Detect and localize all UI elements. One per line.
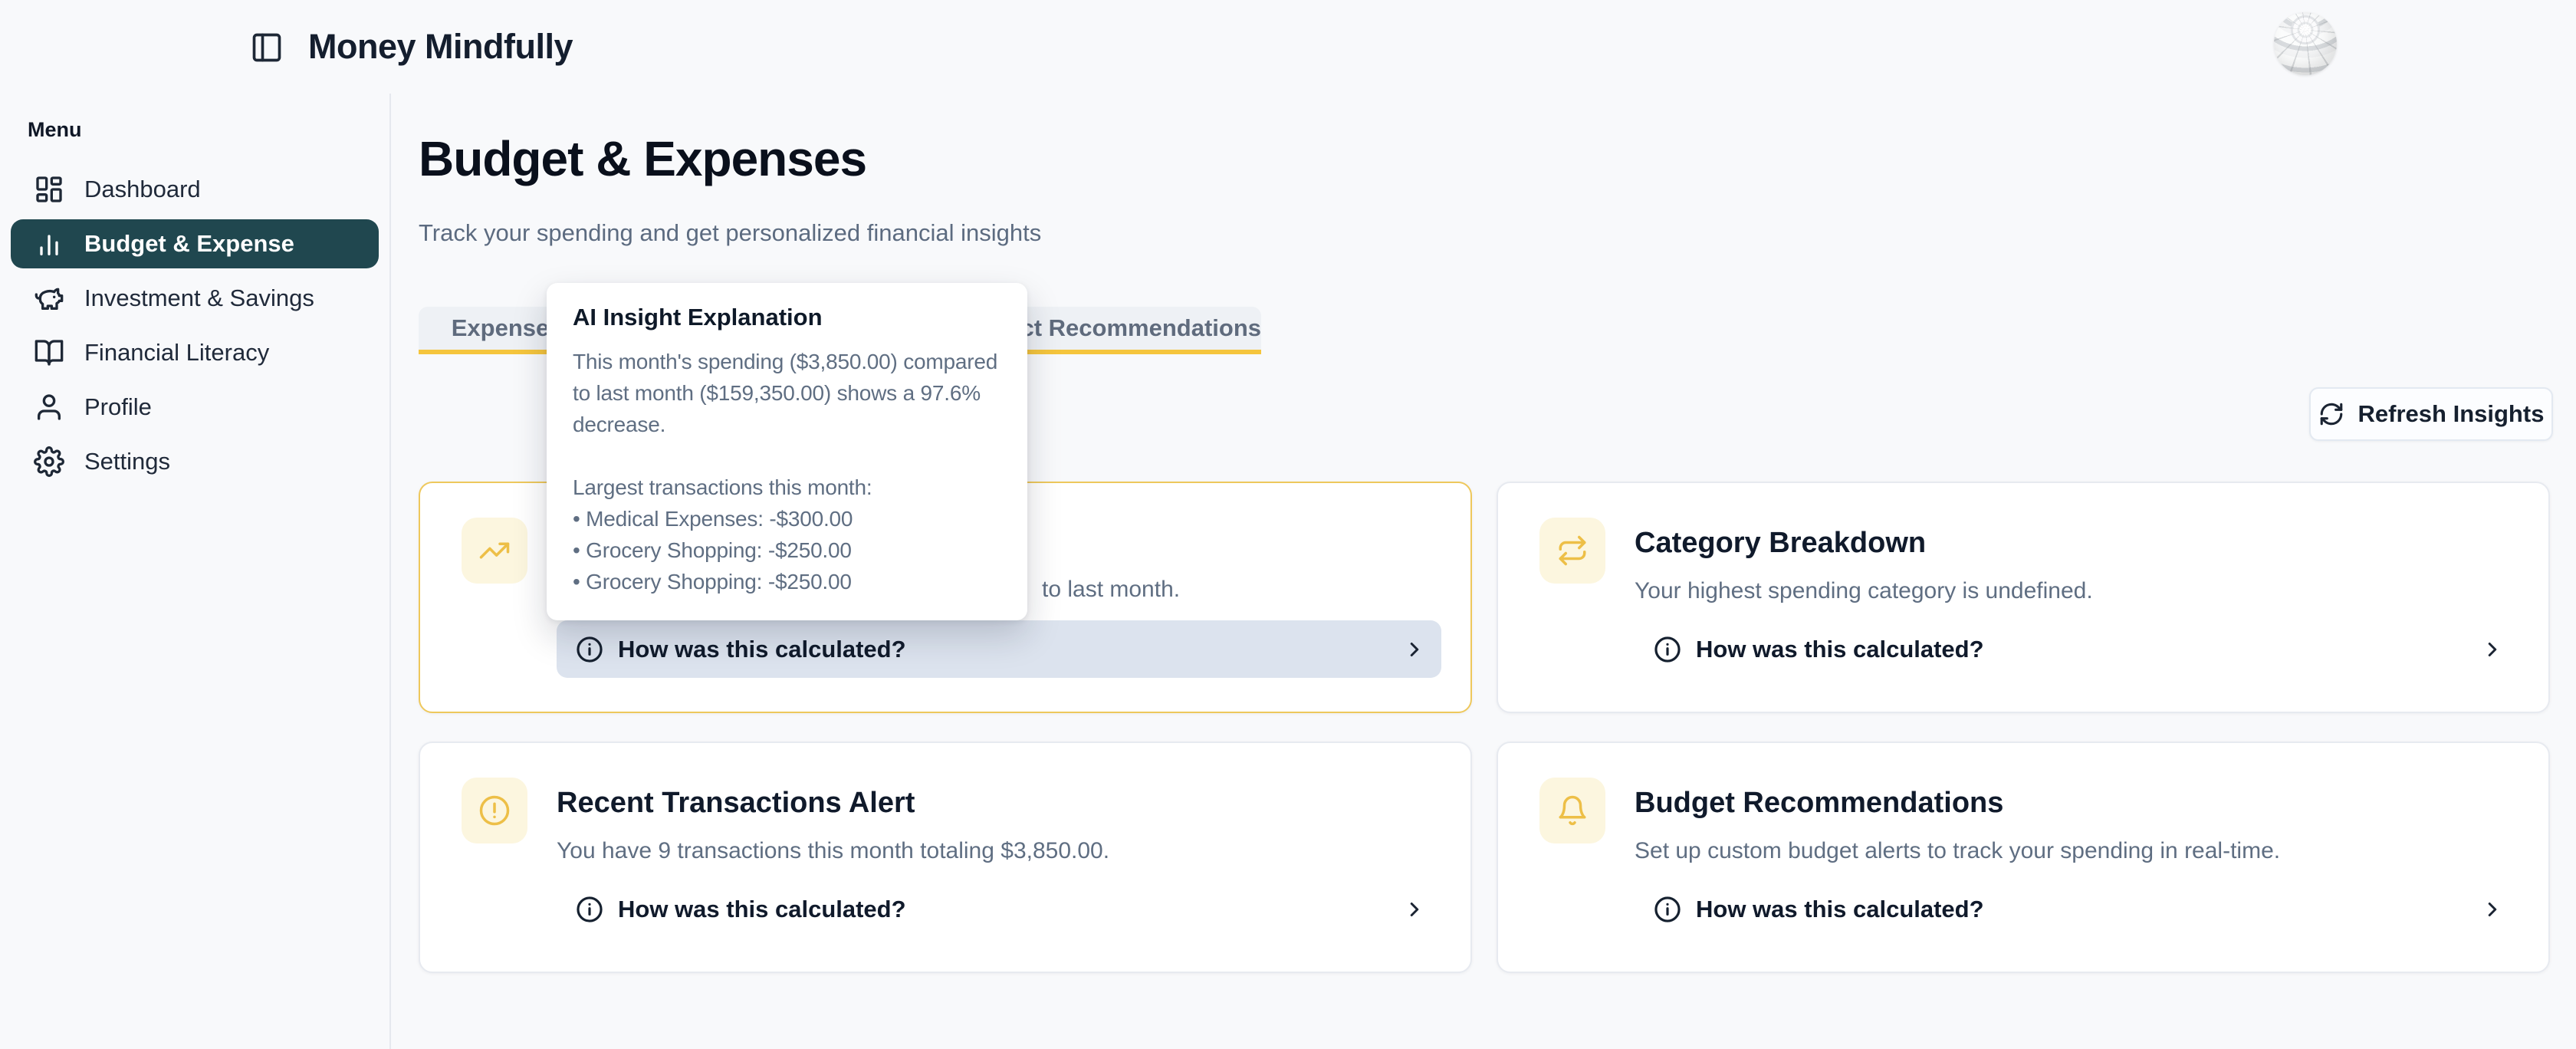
chevron-right-icon [1403, 898, 1426, 921]
sidebar: Menu Dashboard Budget & Expense [0, 94, 391, 1049]
piggy-bank-icon [34, 283, 64, 314]
how-calculated-button[interactable]: How was this calculated? [1635, 620, 2519, 678]
icon-badge [1539, 778, 1605, 843]
card-title: Recent Transactions Alert [557, 787, 915, 820]
how-calculated-label: How was this calculated? [618, 636, 906, 663]
how-calculated-button[interactable]: How was this calculated? [1635, 880, 2519, 938]
info-icon [1653, 895, 1682, 924]
sidebar-item-investment-savings[interactable]: Investment & Savings [11, 274, 379, 323]
user-avatar[interactable] [2274, 12, 2337, 75]
sidebar-item-label: Settings [84, 448, 170, 475]
app-title: Money Mindfully [308, 0, 573, 94]
popover-line: • Grocery Shopping: -$250.00 [573, 566, 1001, 597]
user-icon [34, 392, 64, 423]
popover-line: Largest transactions this month: [573, 472, 1001, 503]
how-calculated-button[interactable]: How was this calculated? [557, 880, 1441, 938]
card-title: Category Breakdown [1635, 527, 1926, 560]
popover-line: • Grocery Shopping: -$250.00 [573, 534, 1001, 566]
info-icon [575, 895, 604, 924]
sidebar-item-label: Investment & Savings [84, 284, 314, 312]
card-title: Budget Recommendations [1635, 787, 2003, 820]
popover-line: to last month ($159,350.00) shows a 97.6… [573, 377, 1001, 409]
sidebar-item-dashboard[interactable]: Dashboard [11, 165, 379, 214]
how-calculated-label: How was this calculated? [1696, 636, 1984, 663]
popover-blank-line [573, 440, 1001, 472]
ai-insight-popover: AI Insight Explanation This month's spen… [547, 283, 1027, 620]
category-breakdown-card: Category Breakdown Your highest spending… [1497, 482, 2550, 713]
refresh-insights-label: Refresh Insights [2358, 400, 2545, 428]
popover-line: • Medical Expenses: -$300.00 [573, 503, 1001, 534]
card-body-visible-fragment: to last month. [1042, 577, 1180, 603]
repeat-arrows-icon [1556, 534, 1589, 567]
popover-title: AI Insight Explanation [573, 303, 1001, 332]
card-body: Your highest spending category is undefi… [1635, 578, 2093, 604]
book-open-icon [34, 337, 64, 368]
gear-icon [34, 446, 64, 477]
budget-recommendations-card: Budget Recommendations Set up custom bud… [1497, 742, 2550, 973]
recent-transactions-alert-card: Recent Transactions Alert You have 9 tra… [419, 742, 1472, 973]
refresh-icon [2318, 401, 2344, 427]
sidebar-toggle-button[interactable] [250, 31, 284, 64]
panel-left-icon [250, 31, 284, 64]
how-calculated-label: How was this calculated? [1696, 896, 1984, 923]
refresh-insights-button[interactable]: Refresh Insights [2309, 387, 2553, 441]
page-title: Budget & Expenses [419, 130, 866, 187]
menu-section-label: Menu [28, 118, 379, 142]
chevron-right-icon [2481, 898, 2504, 921]
trending-up-icon [478, 534, 511, 567]
chevron-right-icon [2481, 638, 2504, 661]
sidebar-nav: Dashboard Budget & Expense Investment & … [11, 165, 379, 486]
sidebar-item-label: Financial Literacy [84, 339, 269, 367]
bell-icon [1556, 794, 1589, 827]
page-subtitle: Track your spending and get personalized… [419, 219, 1041, 247]
icon-badge [462, 778, 527, 843]
sidebar-item-budget-expense[interactable]: Budget & Expense [11, 219, 379, 268]
card-body: Set up custom budget alerts to track you… [1635, 838, 2280, 864]
sidebar-item-settings[interactable]: Settings [11, 437, 379, 486]
bar-chart-icon [34, 229, 64, 259]
popover-line: This month's spending ($3,850.00) compar… [573, 346, 1001, 377]
icon-badge [462, 518, 527, 584]
info-icon [1653, 635, 1682, 664]
how-calculated-button[interactable]: How was this calculated? [557, 620, 1441, 678]
how-calculated-label: How was this calculated? [618, 896, 906, 923]
card-body: You have 9 transactions this month total… [557, 838, 1109, 864]
alert-circle-icon [478, 794, 511, 827]
sidebar-item-label: Profile [84, 393, 152, 421]
sidebar-item-label: Budget & Expense [84, 230, 294, 258]
layout-dashboard-icon [34, 174, 64, 205]
sidebar-item-label: Dashboard [84, 176, 201, 203]
app-header: Money Mindfully [0, 0, 2576, 94]
chevron-right-icon [1403, 638, 1426, 661]
sidebar-item-financial-literacy[interactable]: Financial Literacy [11, 328, 379, 377]
sidebar-item-profile[interactable]: Profile [11, 383, 379, 432]
icon-badge [1539, 518, 1605, 584]
popover-line: decrease. [573, 409, 1001, 440]
info-icon [575, 635, 604, 664]
